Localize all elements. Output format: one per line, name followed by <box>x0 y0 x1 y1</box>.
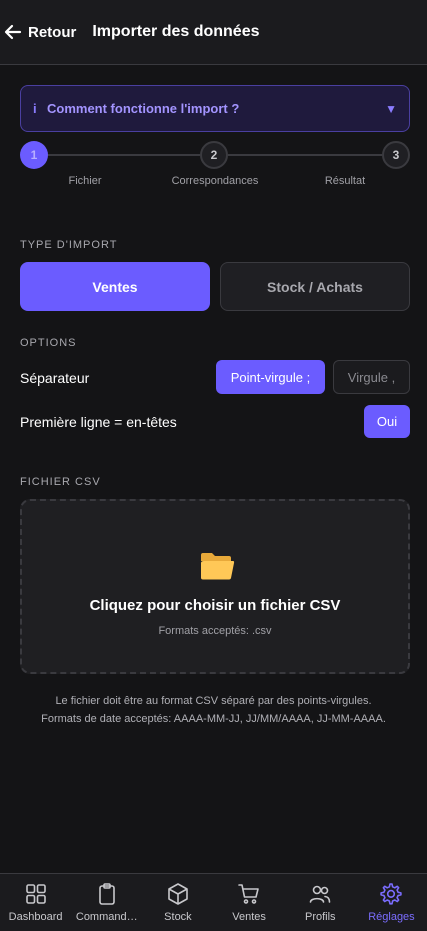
tab-orders[interactable]: Command… <box>71 874 142 931</box>
users-icon <box>309 885 331 903</box>
step-connector <box>228 154 382 156</box>
csv-dropzone[interactable]: Cliquez pour choisir un fichier CSV Form… <box>20 499 410 674</box>
separator-semicolon-button[interactable]: Point-virgule ; <box>216 360 325 394</box>
tab-stock[interactable]: Stock <box>142 874 213 931</box>
grid-icon <box>25 884 46 904</box>
howto-accordion[interactable]: i Comment fonctionne l'import ? ▼ <box>20 85 410 132</box>
back-button[interactable]: Retour <box>4 23 76 41</box>
tab-profiles-label: Profils <box>304 911 336 923</box>
clipboard-icon <box>98 883 115 905</box>
separator-comma-button[interactable]: Virgule , <box>333 360 410 394</box>
csv-heading: FICHIER CSV <box>20 476 101 488</box>
tab-dashboard-label: Dashboard <box>8 911 63 923</box>
box-icon <box>168 883 188 905</box>
arrow-left-icon <box>4 24 22 40</box>
tab-dashboard[interactable]: Dashboard <box>0 874 71 931</box>
header-row-label: Première ligne = en-têtes <box>20 414 177 430</box>
top-bar: Retour Importer des données <box>0 0 427 65</box>
format-note-line1: Le fichier doit être au format CSV sépar… <box>55 695 372 707</box>
gear-icon <box>380 883 403 905</box>
caret-down-icon: ▼ <box>385 101 397 116</box>
import-stepper: 1 2 3 <box>20 141 410 169</box>
step-1-label: Fichier <box>68 175 102 187</box>
tab-orders-label: Command… <box>75 911 138 923</box>
format-note-line2: Formats de date acceptés: AAAA-MM-JJ, JJ… <box>41 713 386 725</box>
howto-label: Comment fonctionne l'import ? <box>47 101 240 116</box>
header-row-toggle[interactable]: Oui <box>364 405 410 438</box>
tab-sales-label: Ventes <box>232 911 266 923</box>
folder-icon <box>201 553 235 580</box>
tab-profiles[interactable]: Profils <box>285 874 356 931</box>
import-type-heading: TYPE D'IMPORT <box>20 239 118 251</box>
tab-stock-label: Stock <box>164 911 192 923</box>
dropzone-formats: Formats acceptés: .csv <box>158 625 272 637</box>
type-stock-button[interactable]: Stock / Achats <box>220 262 410 311</box>
step-3-indicator: 3 <box>382 141 410 169</box>
type-sales-button[interactable]: Ventes <box>20 262 210 311</box>
step-1-indicator: 1 <box>20 141 48 169</box>
bottom-tab-bar: Dashboard Command… Stock Ventes Profils … <box>0 873 427 931</box>
separator-label: Séparateur <box>20 370 90 386</box>
step-connector <box>48 154 200 156</box>
dropzone-title: Cliquez pour choisir un fichier CSV <box>89 597 341 614</box>
step-2-label: Correspondances <box>171 175 259 187</box>
tab-sales[interactable]: Ventes <box>214 874 285 931</box>
tab-settings-label: Réglages <box>368 911 415 923</box>
step-2-indicator: 2 <box>200 141 228 169</box>
info-icon: i <box>33 101 37 116</box>
cart-icon <box>238 884 259 904</box>
options-heading: OPTIONS <box>20 337 77 349</box>
page-title: Importer des données <box>92 23 260 40</box>
back-label: Retour <box>28 23 77 41</box>
tab-settings[interactable]: Réglages <box>356 874 427 931</box>
step-3-label: Résultat <box>324 175 366 187</box>
